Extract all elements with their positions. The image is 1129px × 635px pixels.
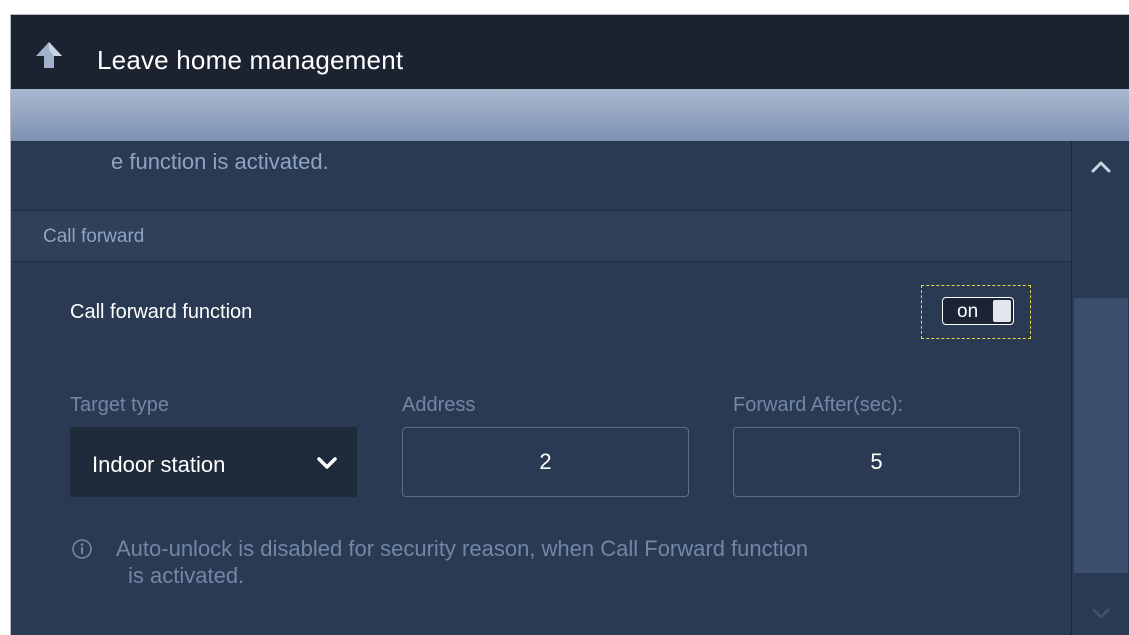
scroll-thumb[interactable]: [1074, 298, 1128, 573]
divider: [11, 261, 1071, 262]
call-forward-toggle[interactable]: on: [921, 285, 1031, 339]
chevron-up-icon: [1091, 161, 1111, 173]
target-type-label: Target type: [70, 394, 169, 416]
device-screen: Leave home management e function is acti…: [11, 15, 1129, 635]
section-title: Call forward: [43, 226, 145, 247]
address-input[interactable]: 2: [402, 427, 689, 497]
scroll-down-button[interactable]: [1072, 593, 1129, 635]
chevron-down-icon: [317, 457, 337, 469]
outer-frame-left: [0, 14, 11, 635]
address-label: Address: [402, 394, 476, 416]
scroll-track[interactable]: [1072, 191, 1129, 593]
header-banner: [11, 89, 1129, 141]
back-button[interactable]: [33, 39, 65, 71]
info-message-line: Auto-unlock is disabled for security rea…: [116, 536, 809, 561]
toggle-switch[interactable]: on: [942, 297, 1014, 325]
settings-content: e function is activated. Call forward Ca…: [11, 141, 1071, 635]
info-message-line: is activated.: [128, 563, 245, 588]
target-type-select[interactable]: Indoor station: [70, 427, 357, 497]
target-type-value: Indoor station: [92, 452, 226, 477]
section-header: Call forward: [11, 211, 1071, 261]
scrollbar[interactable]: [1071, 141, 1129, 635]
previous-section-text: e function is activated.: [111, 149, 329, 174]
page-title: Leave home management: [97, 45, 404, 75]
title-bar: Leave home management: [11, 15, 1129, 89]
outer-frame-top: [0, 0, 1129, 15]
forward-after-label: Forward After(sec):: [733, 394, 904, 416]
forward-after-input[interactable]: 5: [733, 427, 1020, 497]
toggle-knob: [993, 300, 1011, 322]
toggle-state-text: on: [957, 301, 979, 322]
scroll-up-button[interactable]: [1072, 141, 1129, 191]
arrow-up-icon: [36, 42, 62, 68]
info-icon: [72, 539, 92, 559]
info-message: Auto-unlock is disabled for security rea…: [116, 535, 1016, 589]
chevron-down-icon: [1092, 608, 1110, 619]
call-forward-label: Call forward function: [70, 301, 253, 323]
